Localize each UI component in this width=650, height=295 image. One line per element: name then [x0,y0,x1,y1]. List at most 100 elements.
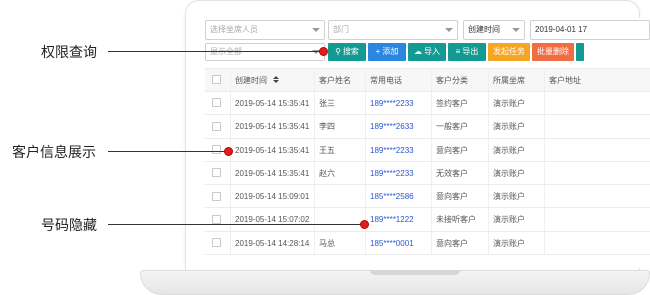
cell-category: 意向客户 [432,231,489,255]
select-all-cell [205,69,231,91]
export-button-label: 导出 [462,47,479,56]
row-select-cell [205,161,231,185]
row-select-cell [205,208,231,231]
cell-name: 张三 [315,92,366,115]
cell-category: 一般客户 [432,115,489,138]
cell-address [545,232,605,254]
header-seat: 所属坐席 [489,69,545,91]
row-checkbox[interactable] [212,121,221,131]
chevron-down-icon [445,28,453,32]
laptop-notch [370,270,460,275]
cell-seat: 演示账户 [489,115,545,138]
cell-name: 王五 [315,138,366,161]
export-icon: ≡ [455,47,461,56]
cell-name: 赵六 [315,161,366,185]
export-button[interactable]: ≡ 导出 [448,43,486,61]
date-field-select[interactable]: 创建时间 [463,20,525,40]
search-icon: ⚲ [335,47,341,56]
cell-address [545,162,605,184]
table-row[interactable]: 2019-05-14 15:09:01 185****2586 意向客户 演示账户 [205,185,650,209]
more-button[interactable] [576,43,584,61]
row-checkbox[interactable] [212,238,221,248]
annotation-line [108,151,228,152]
header-name: 客户姓名 [315,69,366,91]
cell-phone[interactable]: 185****2586 [366,185,432,208]
date-input[interactable]: 2019-04-01 17 [530,20,650,40]
table-header-row: 创建时间 客户姓名 常用电话 客户分类 所属坐席 客户地址 [205,68,650,92]
cell-seat: 演示账户 [489,138,545,161]
cell-address [545,208,605,230]
search-button-label: 搜索 [342,47,359,56]
table-row[interactable]: 2019-05-14 15:35:41 李四 189****2633 一般客户 演示账户 [205,115,650,139]
cell-name: 马总 [315,231,366,255]
department-select-placeholder: 部门 [333,25,349,34]
cell-phone[interactable]: 189****2233 [366,138,432,161]
cell-seat: 演示账户 [489,231,545,255]
cell-category: 签约客户 [432,92,489,115]
seat-select-placeholder: 选择坐席人员 [210,25,258,34]
cell-phone[interactable]: 189****2233 [366,161,432,185]
annotation-info-display: 客户信息展示 [12,144,96,160]
row-select-cell [205,92,231,115]
annotation-dot [360,220,369,229]
cell-category: 意向客户 [432,138,489,161]
customer-table: 创建时间 客户姓名 常用电话 客户分类 所属坐席 客户地址 2019-05-14… [205,68,650,256]
cell-category: 无效客户 [432,161,489,185]
cell-seat: 演示账户 [489,92,545,115]
import-button[interactable]: ☁ 导入 [408,43,446,61]
cell-name: 李四 [315,115,366,138]
cell-address [545,92,605,114]
table-row[interactable]: 2019-05-14 15:35:41 张三 189****2233 签约客户 演示账户 [205,92,650,116]
sort-icon[interactable] [273,76,280,84]
table-row[interactable]: 2019-05-14 15:07:02 189****1222 未接听客户 演示账户 [205,208,650,232]
header-phone-label: 常用电话 [370,76,402,85]
table-row[interactable]: 2019-05-14 15:35:41 赵六 189****2233 无效客户 演示账户 [205,161,650,186]
batch-delete-button-label: 批量删除 [537,47,569,56]
app-screen: 选择坐席人员 部门 创建时间 2019-04-01 17 显示全部 ⚲搜索 +添… [203,18,650,268]
header-created[interactable]: 创建时间 [231,69,315,91]
cell-phone[interactable]: 189****2233 [366,92,432,115]
cell-category: 意向客户 [432,185,489,208]
cloud-upload-icon: ☁ [414,47,422,56]
row-checkbox[interactable] [212,214,221,224]
seat-select[interactable]: 选择坐席人员 [205,20,325,40]
display-all-select[interactable]: 显示全部 [205,43,325,61]
row-checkbox[interactable] [212,168,221,178]
header-category: 客户分类 [432,69,489,91]
header-address: 客户地址 [545,69,605,91]
row-checkbox[interactable] [212,191,221,201]
batch-delete-button[interactable]: 批量删除 [532,43,574,61]
cell-address [545,139,605,161]
annotation-dot [319,47,328,56]
row-checkbox[interactable] [212,98,221,108]
header-name-label: 客户姓名 [319,76,351,85]
add-button[interactable]: + 添加 [368,43,406,61]
start-task-button-label: 发起任务 [493,47,525,56]
cell-seat: 演示账户 [489,208,545,231]
annotation-number-hidden: 号码隐藏 [41,217,97,233]
date-field-label: 创建时间 [468,25,500,34]
annotation-dot [224,147,233,156]
cell-created: 2019-05-14 15:35:41 [231,115,315,138]
annotation-line [108,224,363,225]
cell-phone[interactable]: 189****1222 [366,208,432,231]
start-task-button[interactable]: 发起任务 [488,43,530,61]
cell-name [315,185,366,208]
cell-phone[interactable]: 185****0001 [366,231,432,255]
add-button-label: 添加 [382,47,399,56]
cell-created: 2019-05-14 15:09:01 [231,185,315,208]
department-select[interactable]: 部门 [328,20,458,40]
header-category-label: 客户分类 [436,76,468,85]
select-all-checkbox[interactable] [212,75,221,85]
cell-phone[interactable]: 189****2633 [366,115,432,138]
table-row[interactable]: 2019-05-14 15:35:41 王五 189****2233 意向客户 演示账户 [205,138,650,162]
row-select-cell [205,115,231,138]
cell-address [545,185,605,207]
cell-created: 2019-05-14 15:07:02 [231,208,315,231]
annotation-line [108,51,322,52]
date-input-value: 2019-04-01 17 [535,25,588,34]
table-row[interactable]: 2019-05-14 14:28:14 马总 185****0001 意向客户 演示账户 [205,231,650,256]
search-button[interactable]: ⚲ 搜索 [328,43,366,61]
cell-seat: 演示账户 [489,161,545,185]
row-checkbox[interactable] [212,144,221,154]
